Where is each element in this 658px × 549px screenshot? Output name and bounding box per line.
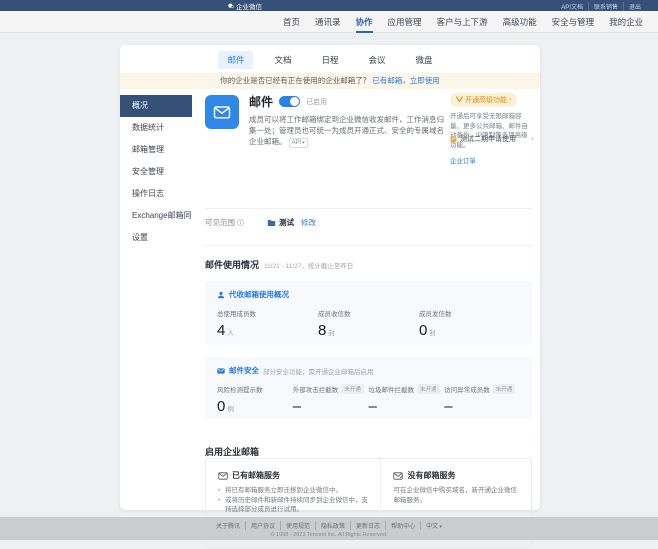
sidebar-item-exchange-sync[interactable]: Exchange邮箱同步 (120, 205, 192, 227)
tab-schedule[interactable]: 日程 (312, 51, 347, 69)
sidebar-item-settings[interactable]: 设置 (120, 227, 192, 249)
mail-header: 邮件 已启用 成员可以将工作邮箱绑定到企业微信收发邮件，工作消息归集一处；管理员… (205, 93, 532, 157)
has-service-bullet: 或将历史邮件和新邮件持续同步到企业微信中，支持选择部分成员进行试用。 (218, 496, 368, 515)
nav-item-my-company[interactable]: 我的企业 (609, 11, 643, 33)
copyright-text: © 1998 - 2023 Tencent Inc. All Rights Re… (0, 532, 658, 538)
no-service-header: 没有邮箱服务 (407, 470, 455, 481)
brand-name: 企业微信 (236, 1, 262, 11)
sidebar-item-operation-log[interactable]: 操作日志 (120, 183, 192, 205)
nav-item-collaboration[interactable]: 协作 (356, 11, 373, 33)
upgrade-premium-button[interactable]: 开通高级功能 (450, 93, 517, 107)
has-service-bullet: 将已有邮箱服务立即迁移到企业微信中。 (218, 486, 368, 496)
stat-abnormal-access-members: 访问异常成员数未开通 – (444, 384, 520, 415)
tab-meeting[interactable]: 会议 (360, 51, 395, 69)
visible-range-row: 可见范围 测试 修改 (205, 217, 316, 228)
top-bar: 企业微信 API文档 联系销售 退出 (0, 0, 658, 11)
stat-mails-received: 成员收信数 8封 (318, 308, 419, 339)
tab-mail[interactable]: 邮件 (218, 51, 253, 69)
has-service-header: 已有邮箱服务 (232, 470, 280, 481)
mailbox-usage-panel: 代收邮箱使用概况 总使用成员数 4人 成员收信数 8封 成员发信数 0封 (205, 281, 532, 345)
member-icon (217, 291, 225, 299)
content-card: 邮件 文档 日程 会议 微盘 你的企业是否已经有正在使用的企业邮箱了？ 已有邮箱… (120, 45, 540, 510)
api-docs-link[interactable]: API文档 (556, 2, 588, 11)
stat-spam-blocked: 垃圾邮件拦截数未开通 – (369, 384, 445, 415)
wechat-work-logo-icon (228, 3, 234, 9)
stat-total-members: 总使用成员数 4人 (217, 308, 318, 339)
mail-security-header: 邮件安全 (229, 365, 259, 376)
collab-tabs: 邮件 文档 日程 会议 微盘 (120, 51, 540, 69)
main-nav: 首页 通讯录 协作 应用管理 客户与上下游 高级功能 安全与管理 我的企业 (0, 11, 658, 33)
stat-risk-alerts: 风险检测提示数 0例 (217, 384, 293, 415)
footer-usage-policy-link[interactable]: 使用规范 (280, 521, 315, 530)
visible-range-scope: 测试 (279, 217, 294, 228)
sidebar: 概况 数据统计 邮箱管理 安全管理 操作日志 Exchange邮箱同步 设置 (120, 95, 192, 249)
sidebar-item-mailbox-management[interactable]: 邮箱管理 (120, 139, 192, 161)
mail-security-panel: 邮件安全 部分安全功能，需开通企业邮箱后启用 风险检测提示数 0例 外部攻击拦截… (205, 357, 532, 419)
sidebar-item-statistics[interactable]: 数据统计 (120, 117, 192, 139)
tab-docs[interactable]: 文档 (265, 51, 300, 69)
page-title: 邮件 (249, 93, 273, 110)
mail-enabled-toggle[interactable] (279, 96, 300, 107)
visible-range-label: 可见范围 (205, 217, 235, 228)
use-existing-mailbox-link[interactable]: 已有邮箱，立即使用 (372, 76, 440, 85)
beta-apply-link[interactable]: 测试二期申请使用 (450, 134, 516, 144)
premium-promo: 开通高级功能 开通后可享受无限邮箱容量、更多公共邮箱、邮件自动备份、IP限制等多… (450, 90, 532, 168)
main-panel: 邮件 已启用 成员可以将工作邮箱绑定到企业微信收发邮件，工作消息归集一处；管理员… (205, 93, 532, 157)
vip-icon (456, 96, 463, 103)
edit-visible-range-link[interactable]: 修改 (301, 217, 316, 228)
divider (205, 208, 532, 209)
mailbox-usage-header: 代收邮箱使用概况 (229, 289, 289, 300)
not-activated-badge: 未开通 (341, 384, 364, 394)
page-footer: 关于腾讯 用户协议 使用规范 隐私政策 更新日志 帮助中心 中文 © 1998 … (0, 517, 658, 540)
notice-bar: 你的企业是否已经有正在使用的企业邮箱了？ 已有邮箱，立即使用 (120, 73, 540, 89)
nav-item-customers[interactable]: 客户与上下游 (437, 11, 488, 33)
notice-text: 你的企业是否已经有正在使用的企业邮箱了？ (220, 76, 370, 85)
beta-badge-icon (450, 136, 457, 143)
nav-item-home[interactable]: 首页 (283, 11, 300, 33)
sidebar-item-security-management[interactable]: 安全管理 (120, 161, 192, 183)
no-service-desc: 可在企业微信中购买域名，新开通企业微信邮箱服务。 (393, 486, 519, 505)
footer-agreement-link[interactable]: 用户协议 (245, 521, 280, 530)
envelope-new-icon (393, 472, 403, 480)
api-dropdown-tag[interactable]: API (289, 138, 308, 148)
stat-external-attacks-blocked: 外部攻击拦截数未开通 – (293, 384, 369, 415)
mail-security-icon (217, 367, 225, 375)
nav-item-apps[interactable]: 应用管理 (388, 11, 422, 33)
mail-security-note: 部分安全功能，需开通企业邮箱后启用 (263, 366, 374, 376)
folder-icon (267, 219, 276, 227)
logout-link[interactable]: 退出 (623, 2, 646, 11)
info-icon[interactable] (237, 219, 244, 226)
enabled-status-label: 已启用 (306, 97, 327, 107)
brand-logo[interactable]: 企业微信 (228, 1, 262, 11)
chevron-right-icon[interactable]: › (531, 133, 534, 143)
language-selector[interactable]: 中文 (420, 521, 447, 530)
usage-section-title: 邮件使用情况 11/21 - 11/27，统计截止至昨日 (205, 258, 353, 271)
stat-mails-sent: 成员发信数 0封 (419, 308, 520, 339)
usage-period: 11/21 - 11/27，统计截止至昨日 (264, 260, 353, 270)
footer-privacy-link[interactable]: 隐私政策 (315, 521, 350, 530)
mail-description: 成员可以将工作邮箱绑定到企业微信收发邮件，工作消息归集一处；管理员也可统一为成员… (249, 114, 445, 148)
premium-promo-desc: 开通后可享受无限邮箱容量、更多公共邮箱、邮件自动备份、IP限制等多项高级功能。 (450, 112, 532, 150)
footer-changelog-link[interactable]: 更新日志 (350, 521, 385, 530)
sidebar-item-overview[interactable]: 概况 (120, 95, 192, 117)
divider (205, 245, 532, 246)
envelope-icon (218, 472, 228, 480)
nav-item-contacts[interactable]: 通讯录 (315, 11, 341, 33)
enterprise-order-link[interactable]: 企业订单 (450, 158, 476, 165)
contact-sales-link[interactable]: 联系销售 (588, 2, 623, 11)
footer-about-link[interactable]: 关于腾讯 (211, 521, 245, 530)
not-activated-badge: 未开通 (493, 384, 516, 394)
topbar-links: API文档 联系销售 退出 (556, 2, 646, 11)
tab-drive[interactable]: 微盘 (407, 51, 442, 69)
mail-app-icon (205, 95, 239, 129)
nav-item-advanced[interactable]: 高级功能 (503, 11, 537, 33)
nav-item-security[interactable]: 安全与管理 (552, 11, 595, 33)
footer-help-link[interactable]: 帮助中心 (385, 521, 420, 530)
not-activated-badge: 未开通 (417, 384, 440, 394)
